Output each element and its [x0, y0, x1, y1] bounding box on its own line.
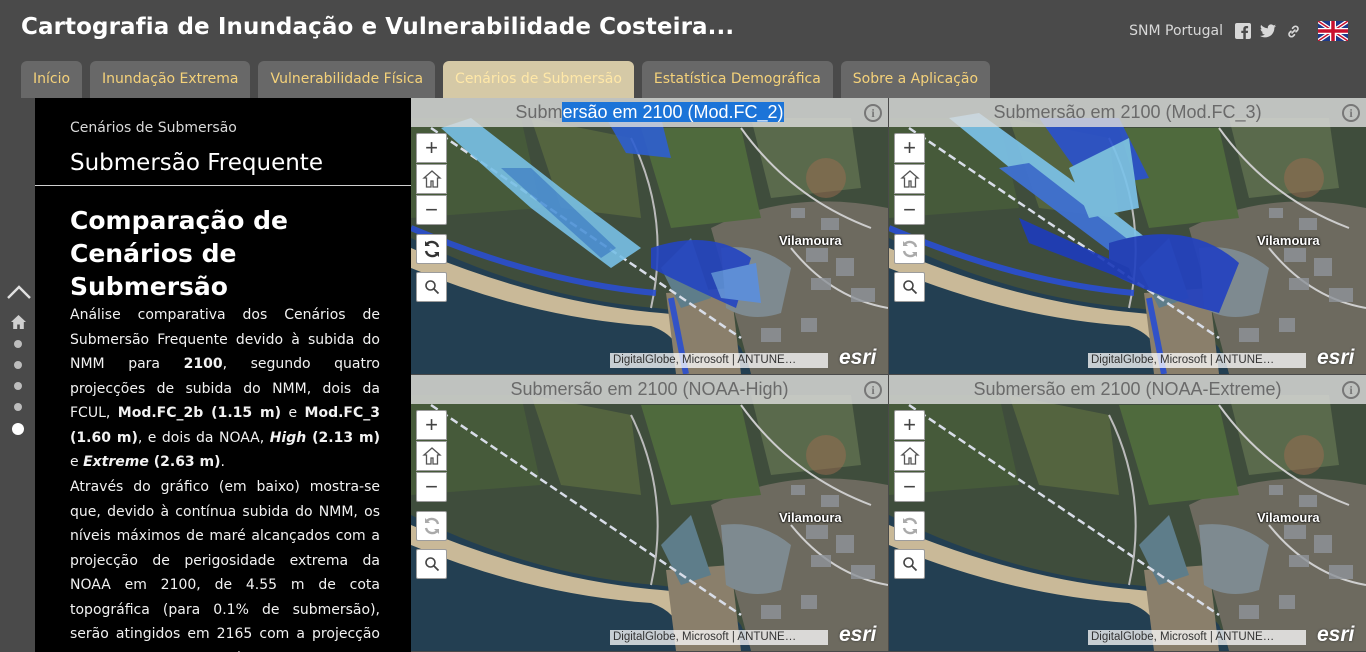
chevron-up-icon[interactable] — [6, 284, 32, 304]
search-icon — [424, 280, 439, 295]
place-label: Vilamoura — [779, 233, 842, 248]
tab-estatistica-demografica[interactable]: Estatística Demográfica — [641, 61, 833, 98]
tab-vulnerabilidade-fisica[interactable]: Vulnerabilidade Física — [258, 61, 436, 98]
search-icon — [902, 557, 917, 572]
story-section-dot[interactable] — [14, 382, 22, 390]
home-icon — [421, 170, 442, 188]
story-section-dot-active[interactable] — [12, 423, 24, 435]
facebook-icon[interactable] — [1235, 23, 1251, 39]
story-section-dot[interactable] — [14, 403, 22, 411]
side-panel: Cenários de Submersão Submersão Frequent… — [35, 98, 411, 652]
info-icon[interactable]: i — [1342, 381, 1360, 399]
home-extent-button[interactable] — [416, 164, 447, 194]
attribution[interactable]: DigitalGlobe, Microsoft | ANTUNE… — [610, 630, 828, 645]
place-label: Vilamoura — [1257, 510, 1320, 525]
map-title: Submersão em 2100 (Mod.FC_3) — [889, 98, 1366, 127]
home-icon — [899, 447, 920, 465]
zoom-out-button[interactable]: − — [894, 472, 925, 502]
sync-icon — [902, 240, 917, 258]
zoom-out-button[interactable]: − — [416, 472, 447, 502]
zoom-out-button[interactable]: − — [416, 195, 447, 225]
home-icon — [899, 170, 920, 188]
info-icon[interactable]: i — [864, 104, 882, 122]
app-header: Cartografia de Inundação e Vulnerabilida… — [0, 0, 1366, 98]
divider — [35, 185, 411, 186]
search-icon — [424, 557, 439, 572]
sync-maps-button[interactable] — [416, 511, 447, 541]
zoom-in-button[interactable]: + — [416, 133, 447, 163]
place-label: Vilamoura — [1257, 233, 1320, 248]
tab-inicio[interactable]: Início — [21, 61, 83, 98]
zoom-in-button[interactable]: + — [894, 410, 925, 440]
info-icon[interactable]: i — [1342, 104, 1360, 122]
map-title: Submersão em 2100 (NOAA-Extreme) — [889, 375, 1366, 404]
home-extent-button[interactable] — [894, 441, 925, 471]
map-noaa-extreme[interactable]: Submersão em 2100 (NOAA-Extreme) i + − V… — [889, 375, 1366, 651]
link-icon[interactable] — [1285, 23, 1301, 39]
home-extent-button[interactable] — [416, 441, 447, 471]
map-modfc2[interactable]: Submersão em 2100 (Mod.FC_2) i + − Vilam… — [411, 98, 888, 374]
esri-logo: esri — [1317, 346, 1355, 369]
attribution[interactable]: DigitalGlobe, Microsoft | ANTUNE… — [1088, 353, 1306, 368]
tab-inundacao-extrema[interactable]: Inundação Extrema — [90, 61, 251, 98]
esri-logo: esri — [1317, 623, 1355, 646]
sync-icon — [424, 517, 439, 535]
info-icon[interactable]: i — [864, 381, 882, 399]
search-button[interactable] — [416, 272, 447, 302]
sync-icon — [424, 240, 439, 258]
header-links: SNM Portugal — [1129, 19, 1350, 43]
tab-bar: Início Inundação Extrema Vulnerabilidade… — [21, 61, 991, 98]
org-link[interactable]: SNM Portugal — [1129, 23, 1223, 39]
uk-flag-icon[interactable] — [1316, 19, 1350, 43]
twitter-icon[interactable] — [1260, 23, 1276, 39]
attribution[interactable]: DigitalGlobe, Microsoft | ANTUNE… — [610, 353, 828, 368]
tab-sobre-a-aplicacao[interactable]: Sobre a Aplicação — [840, 61, 991, 98]
home-extent-button[interactable] — [894, 164, 925, 194]
search-icon — [902, 280, 917, 295]
map-modfc3[interactable]: Submersão em 2100 (Mod.FC_3) i + − Vilam… — [889, 98, 1366, 374]
description-paragraph: Análise comparativa dos Cenários de Subm… — [70, 307, 381, 470]
story-section-dot[interactable] — [14, 340, 22, 348]
breadcrumb: Cenários de Submersão — [70, 120, 237, 136]
attribution[interactable]: DigitalGlobe, Microsoft | ANTUNE… — [1088, 630, 1306, 645]
place-label: Vilamoura — [779, 510, 842, 525]
zoom-out-button[interactable]: − — [894, 195, 925, 225]
map-noaa-high[interactable]: Submersão em 2100 (NOAA-High) i + − Vila… — [411, 375, 888, 651]
sync-maps-button[interactable] — [894, 234, 925, 264]
tab-cenarios-de-submersao[interactable]: Cenários de Submersão — [443, 61, 634, 98]
esri-logo: esri — [839, 623, 877, 646]
sync-maps-button[interactable] — [894, 511, 925, 541]
zoom-in-button[interactable]: + — [416, 410, 447, 440]
home-icon — [421, 447, 442, 465]
search-button[interactable] — [894, 549, 925, 579]
map-title: Submersão em 2100 (Mod.FC_2) — [411, 98, 888, 127]
section-heading: Submersão Frequente — [70, 150, 323, 176]
home-icon[interactable] — [10, 314, 27, 334]
section-subheading: Comparação de Cenários de Submersão — [70, 206, 288, 301]
chart-explanation-paragraph: Através do gráfico (em baixo) mostra-se … — [70, 479, 380, 652]
map-title: Submersão em 2100 (NOAA-High) — [411, 375, 888, 404]
sync-icon — [902, 517, 917, 535]
story-nav-rail — [0, 98, 35, 652]
sync-maps-button[interactable] — [416, 234, 447, 264]
app-title: Cartografia de Inundação e Vulnerabilida… — [21, 14, 735, 40]
search-button[interactable] — [416, 549, 447, 579]
esri-logo: esri — [839, 346, 877, 369]
zoom-in-button[interactable]: + — [894, 133, 925, 163]
search-button[interactable] — [894, 272, 925, 302]
story-section-dot[interactable] — [14, 361, 22, 369]
